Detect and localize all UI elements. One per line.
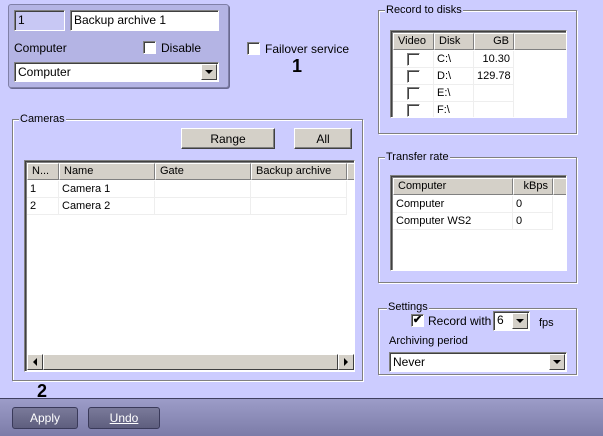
computer-label: Computer — [14, 41, 67, 55]
bottom-bar: Apply Undo — [0, 398, 603, 436]
scroll-left-arrow-icon[interactable] — [27, 354, 43, 370]
col-kbps[interactable]: kBps — [513, 178, 553, 195]
col-filler — [514, 33, 566, 50]
video-checkbox[interactable] — [407, 104, 420, 117]
camera-gate-cell[interactable] — [155, 181, 251, 198]
camera-number-cell[interactable]: 2 — [27, 198, 59, 215]
archiving-period-value: Never — [393, 355, 426, 369]
video-cell — [393, 68, 434, 85]
camera-gate-cell[interactable] — [155, 198, 251, 215]
archive-name-input[interactable]: Backup archive 1 — [70, 10, 219, 31]
col-filler — [553, 178, 566, 195]
transfer-computer-cell: Computer — [393, 196, 513, 213]
disable-label: Disable — [161, 41, 202, 55]
camera-backup-cell[interactable] — [251, 198, 347, 215]
camera-name-cell[interactable]: Camera 2 — [59, 198, 155, 215]
undo-button[interactable]: Undo — [88, 407, 160, 429]
gb-cell: 10.30 — [474, 51, 514, 68]
disk-cell: C:\ — [434, 51, 474, 68]
chevron-down-icon[interactable] — [512, 313, 528, 329]
fps-select[interactable]: 6 — [493, 311, 530, 331]
col-number[interactable]: N... — [27, 163, 59, 180]
col-computer[interactable]: Computer — [393, 178, 513, 195]
transfer-computer-cell: Computer WS2 — [393, 213, 513, 230]
archiving-period-label: Archiving period — [389, 335, 468, 347]
fps-value: 6 — [497, 313, 504, 327]
video-checkbox[interactable] — [407, 70, 420, 83]
video-cell — [393, 51, 434, 68]
apply-button[interactable]: Apply — [12, 407, 78, 429]
video-cell — [393, 102, 434, 117]
disks-table: Video Disk GB C:\ 10.30 D:\ 129.78 E:\ F:\ — [390, 30, 567, 118]
cameras-title: Cameras — [19, 113, 66, 125]
failover-checkbox[interactable] — [247, 42, 260, 55]
archive-id-input[interactable]: 1 — [14, 10, 65, 31]
video-checkbox[interactable] — [407, 53, 420, 66]
disk-cell: E:\ — [434, 85, 474, 102]
horizontal-scrollbar[interactable] — [27, 354, 354, 370]
camera-number-cell[interactable]: 1 — [27, 181, 59, 198]
chevron-down-icon[interactable] — [549, 354, 565, 370]
all-button[interactable]: All — [294, 128, 352, 149]
col-disk[interactable]: Disk — [434, 33, 474, 50]
col-filler — [347, 163, 354, 180]
range-button[interactable]: Range — [181, 128, 275, 149]
archiving-period-select[interactable]: Never — [389, 352, 567, 372]
gb-cell: 129.78 — [474, 68, 514, 85]
transfer-kbps-cell: 0 — [513, 213, 553, 230]
failover-label: Failover service — [265, 42, 350, 56]
video-checkbox[interactable] — [407, 87, 420, 100]
camera-backup-cell[interactable] — [251, 181, 347, 198]
col-gate[interactable]: Gate — [155, 163, 251, 180]
gb-cell — [474, 85, 514, 102]
record-with-checkbox[interactable]: ✔ — [411, 314, 424, 327]
col-video[interactable]: Video — [393, 33, 434, 50]
annotation-1: 1 — [292, 56, 303, 76]
col-gb[interactable]: GB — [474, 33, 514, 50]
col-backup-archive[interactable]: Backup archive — [251, 163, 347, 180]
cameras-table: N... Name Gate Backup archive 1 Camera 12… — [24, 160, 355, 372]
disk-cell: D:\ — [434, 68, 474, 85]
disable-checkbox[interactable] — [143, 41, 156, 54]
computer-select[interactable]: Computer — [14, 62, 219, 82]
scroll-right-arrow-icon[interactable] — [338, 354, 354, 370]
computer-select-value: Computer — [18, 65, 71, 79]
record-with-label: Record with — [428, 314, 492, 328]
disk-cell: F:\ — [434, 102, 474, 117]
chevron-down-icon[interactable] — [201, 64, 217, 80]
transfer-table: Computer kBps Computer 0 Computer WS2 0 — [390, 175, 567, 271]
video-cell — [393, 85, 434, 102]
record-to-disks-title: Record to disks — [385, 4, 463, 16]
transfer-kbps-cell: 0 — [513, 196, 553, 213]
settings-title: Settings — [387, 301, 429, 313]
col-name[interactable]: Name — [59, 163, 155, 180]
transfer-rate-title: Transfer rate — [385, 151, 450, 163]
scroll-thumb[interactable] — [43, 354, 338, 370]
camera-name-cell[interactable]: Camera 1 — [59, 181, 155, 198]
fps-label: fps — [539, 317, 554, 329]
gb-cell — [474, 102, 514, 117]
